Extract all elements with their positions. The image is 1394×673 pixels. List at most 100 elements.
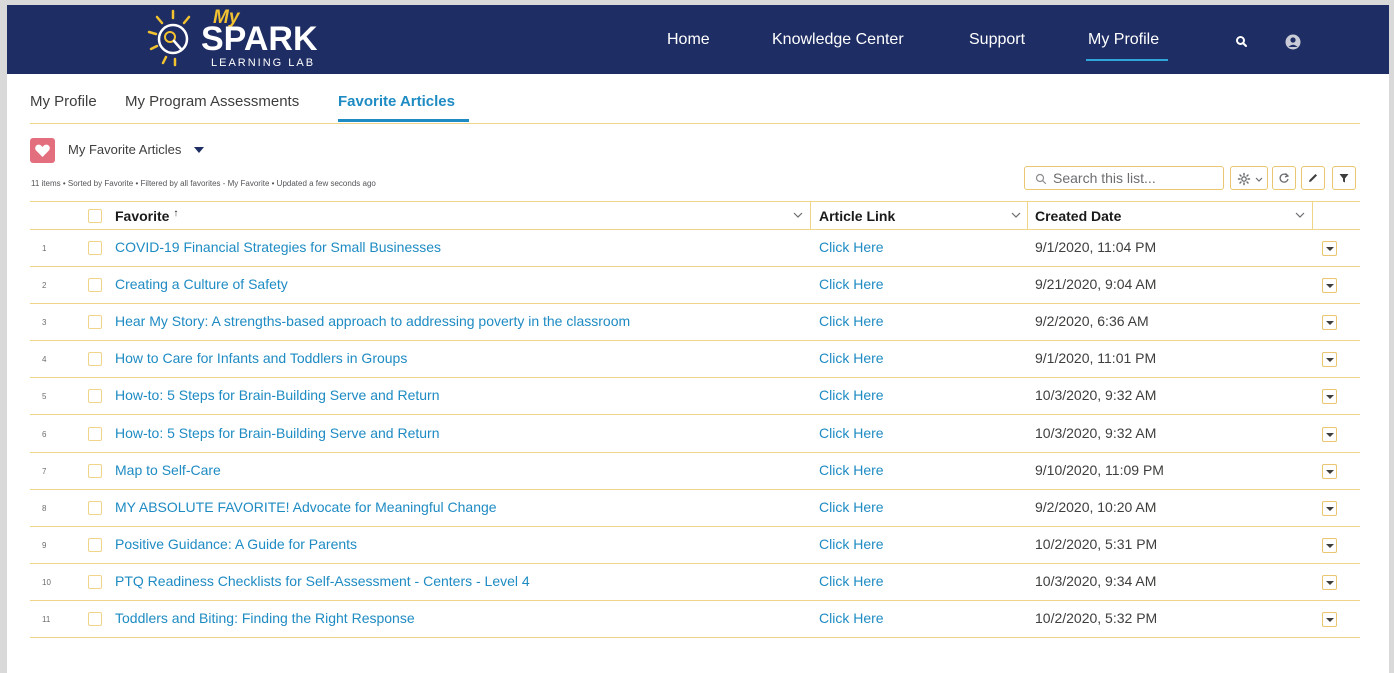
row-number: 11	[42, 615, 51, 624]
article-link[interactable]: Click Here	[819, 276, 884, 292]
row-actions-dropdown[interactable]	[1322, 612, 1337, 627]
article-link[interactable]: Click Here	[819, 313, 884, 329]
created-date: 10/3/2020, 9:32 AM	[1035, 424, 1157, 441]
created-date: 9/1/2020, 11:04 PM	[1035, 239, 1157, 255]
row-checkbox[interactable]	[88, 278, 102, 293]
nav-support[interactable]: Support	[969, 31, 1025, 49]
favorite-article-link[interactable]: Hear My Story: A strengths-based approac…	[115, 313, 630, 329]
table-row: 10 PTQ Readiness Checklists for Self-Asse…	[30, 564, 1360, 601]
heart-icon	[30, 138, 55, 163]
row-checkbox[interactable]	[88, 612, 102, 626]
created-date: 9/2/2020, 10:20 AM	[1035, 498, 1157, 515]
row-actions-dropdown[interactable]	[1322, 352, 1337, 368]
row-actions-dropdown[interactable]	[1322, 500, 1337, 516]
search-icon	[1035, 173, 1047, 185]
filter-button[interactable]	[1332, 166, 1356, 190]
article-link[interactable]: Click Here	[819, 239, 884, 255]
column-header-created-date[interactable]: Created Date	[1035, 208, 1121, 224]
column-header-favorite[interactable]: Favorite ↑	[115, 208, 178, 224]
row-checkbox[interactable]	[88, 315, 102, 330]
row-actions-dropdown[interactable]	[1322, 315, 1337, 331]
column-divider[interactable]	[1027, 202, 1028, 230]
row-checkbox[interactable]	[88, 537, 102, 552]
row-checkbox[interactable]	[88, 500, 102, 515]
table-row: 11 Toddlers and Biting: Finding the Right…	[30, 601, 1360, 638]
select-all-checkbox[interactable]	[88, 209, 102, 223]
row-actions-dropdown[interactable]	[1322, 241, 1337, 256]
sort-ascending-icon: ↑	[173, 208, 179, 219]
article-link[interactable]: Click Here	[819, 573, 884, 589]
article-link[interactable]: Click Here	[819, 462, 884, 478]
created-date: 9/21/2020, 9:04 AM	[1035, 276, 1157, 293]
article-link[interactable]: Click Here	[819, 536, 884, 552]
table-row: 9 Positive Guidance: A Guide for Parents C…	[30, 527, 1360, 564]
favorite-article-link[interactable]: Toddlers and Biting: Finding the Right R…	[115, 610, 415, 626]
chevron-down-icon	[1255, 177, 1263, 182]
nav-home[interactable]: Home	[667, 31, 710, 49]
column-header-article-link[interactable]: Article Link	[819, 208, 895, 224]
created-date: 9/10/2020, 11:09 PM	[1035, 461, 1164, 478]
table-row: 6 How-to: 5 Steps for Brain-Building Serv…	[30, 416, 1360, 453]
article-link[interactable]: Click Here	[819, 425, 884, 441]
favorite-article-link[interactable]: Positive Guidance: A Guide for Parents	[115, 536, 357, 552]
list-settings-button[interactable]	[1230, 166, 1268, 190]
nav-active-underline	[1086, 59, 1168, 61]
table-row: 3 Hear My Story: A strengths-based approa…	[30, 304, 1360, 342]
tab-my-program-assessments[interactable]: My Program Assessments	[125, 93, 299, 110]
spark-logo[interactable]: My SPARK LEARNING LAB	[143, 7, 343, 71]
chevron-down-icon[interactable]	[1011, 211, 1021, 219]
favorite-article-link[interactable]: COVID-19 Financial Strategies for Small …	[115, 239, 441, 255]
search-list-box[interactable]	[1024, 166, 1224, 190]
row-actions-dropdown[interactable]	[1322, 463, 1337, 479]
chevron-down-icon[interactable]	[194, 147, 204, 153]
created-date: 10/3/2020, 9:32 AM	[1035, 387, 1157, 404]
row-checkbox[interactable]	[88, 389, 102, 404]
chevron-down-icon[interactable]	[1295, 211, 1305, 219]
search-list-input[interactable]	[1053, 169, 1218, 187]
table-row: 7 Map to Self-Care Click Here 9/10/2020, 11…	[30, 453, 1360, 490]
column-divider[interactable]	[810, 202, 811, 230]
column-divider[interactable]	[1312, 202, 1313, 230]
row-checkbox[interactable]	[88, 574, 102, 589]
favorite-article-link[interactable]: How to Care for Infants and Toddlers in …	[115, 350, 407, 366]
article-link[interactable]: Click Here	[819, 499, 884, 515]
table-row: 1 COVID-19 Financial Strategies for Small…	[30, 230, 1360, 267]
row-number: 9	[42, 540, 47, 550]
favorite-article-link[interactable]: Creating a Culture of Safety	[115, 276, 288, 292]
search-icon[interactable]	[1234, 34, 1250, 50]
row-number: 10	[42, 577, 51, 587]
list-meta-info: 11 items • Sorted by Favorite • Filtered…	[31, 179, 376, 188]
row-actions-dropdown[interactable]	[1322, 278, 1337, 294]
row-checkbox[interactable]	[88, 241, 102, 255]
profile-subtabs: My Profile My Program Assessments Favori…	[30, 90, 1360, 124]
article-link[interactable]: Click Here	[819, 387, 884, 403]
row-actions-dropdown[interactable]	[1322, 537, 1337, 553]
row-checkbox[interactable]	[88, 426, 102, 441]
favorite-article-link[interactable]: PTQ Readiness Checklists for Self-Assess…	[115, 573, 530, 589]
row-checkbox[interactable]	[88, 352, 102, 367]
row-number: 2	[42, 281, 47, 291]
article-link[interactable]: Click Here	[819, 610, 884, 626]
nav-knowledge-center[interactable]: Knowledge Center	[772, 31, 904, 49]
inline-edit-button[interactable]	[1301, 166, 1325, 190]
article-link[interactable]: Click Here	[819, 350, 884, 366]
row-checkbox[interactable]	[88, 463, 102, 478]
favorite-article-link[interactable]: How-to: 5 Steps for Brain-Building Serve…	[115, 425, 440, 441]
filter-icon	[1339, 174, 1349, 183]
created-date: 9/2/2020, 6:36 AM	[1035, 313, 1149, 330]
nav-my-profile[interactable]: My Profile	[1088, 31, 1159, 49]
favorite-article-link[interactable]: MY ABSOLUTE FAVORITE! Advocate for Meani…	[115, 499, 497, 515]
user-avatar-icon[interactable]	[1285, 34, 1301, 50]
row-actions-dropdown[interactable]	[1322, 389, 1337, 405]
created-date: 10/2/2020, 5:32 PM	[1035, 610, 1158, 626]
favorite-article-link[interactable]: Map to Self-Care	[115, 462, 221, 478]
row-actions-dropdown[interactable]	[1322, 426, 1337, 442]
table-row: 5 How-to: 5 Steps for Brain-Building Serv…	[30, 378, 1360, 416]
list-view-title[interactable]: My Favorite Articles	[68, 142, 181, 157]
chevron-down-icon[interactable]	[793, 211, 803, 219]
row-actions-dropdown[interactable]	[1322, 574, 1337, 590]
tab-favorite-articles[interactable]: Favorite Articles	[338, 93, 455, 110]
tab-my-profile[interactable]: My Profile	[30, 93, 97, 110]
favorite-article-link[interactable]: How-to: 5 Steps for Brain-Building Serve…	[115, 387, 440, 403]
refresh-button[interactable]	[1272, 166, 1296, 190]
